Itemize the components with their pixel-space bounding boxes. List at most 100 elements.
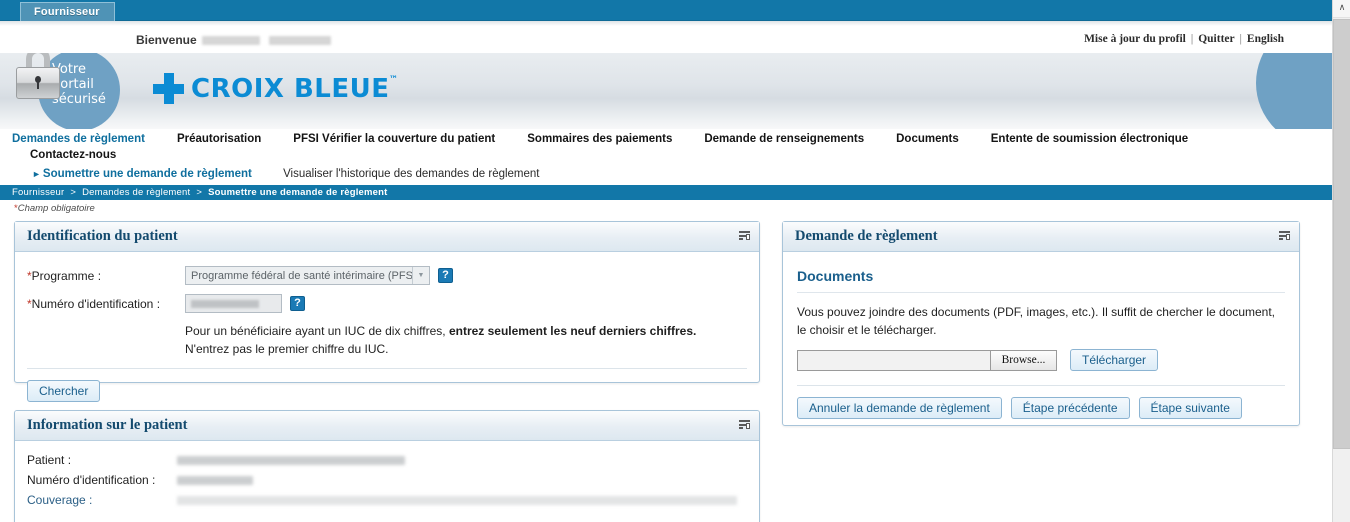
header-link-separator-2: | [1239, 33, 1242, 45]
numero-identification-label-text: Numéro d'identification : [31, 296, 161, 311]
file-input[interactable]: Browse... [797, 349, 1057, 371]
programme-help-icon[interactable]: ? [438, 268, 453, 283]
scrollbar-thumb[interactable] [1333, 19, 1350, 449]
annuler-demande-button[interactable]: Annuler la demande de règlement [797, 397, 1002, 419]
welcome-message: Bienvenue [136, 33, 331, 47]
nav-item-sommaires-des-paiements[interactable]: Sommaires des paiements [527, 133, 672, 145]
badge-line-3: sécurisé [52, 92, 106, 107]
panel-identification-patient-body: *Programme : Programme fédéral de santé … [15, 252, 759, 412]
panel-information-patient-title: Information sur le patient [27, 417, 188, 433]
programme-row: *Programme : Programme fédéral de santé … [27, 266, 747, 285]
info-label-numero: Numéro d'identification : [27, 473, 156, 487]
subnav-item-soumettre-demande[interactable]: ► Soumettre une demande de règlement [32, 168, 252, 180]
redacted-coverage-text [177, 496, 737, 505]
panel-information-patient-header: Information sur le patient [15, 411, 759, 441]
redacted-patient-id [177, 476, 253, 485]
breadcrumb-separator-1: > [70, 187, 77, 198]
documents-instructions: Vous pouvez joindre des documents (PDF, … [797, 305, 1276, 337]
badge-line-2: portail [52, 77, 94, 92]
tab-fournisseur-label: Fournisseur [34, 6, 100, 18]
panel-information-patient: Information sur le patient Patient : Num… [14, 410, 760, 522]
breadcrumb-item-current: Soumettre une demande de règlement [208, 187, 388, 198]
chevron-down-icon: ▼ [412, 267, 429, 284]
panel-collapse-icon[interactable] [739, 420, 750, 429]
info-value-patient [177, 453, 405, 467]
info-row-patient: Patient : [27, 453, 747, 467]
badge-line-1: Votre [52, 62, 86, 77]
croix-bleue-logo: CROIX BLEUE ™ [153, 73, 398, 104]
identification-button-row: Chercher [27, 369, 747, 402]
required-field-note: *Champ obligatoire [0, 200, 1332, 216]
redacted-user-last-name [268, 36, 331, 46]
breadcrumb: Fournisseur > Demandes de règlement > So… [0, 185, 1332, 200]
panel-collapse-icon[interactable] [739, 231, 750, 240]
panel-demande-de-reglement: Demande de règlement Documents Vous pouv… [782, 221, 1300, 426]
panel-identification-patient-title: Identification du patient [27, 228, 178, 244]
documents-section-title: Documents [797, 268, 874, 284]
secure-portal-badge: Votre portail sécurisé [10, 53, 130, 129]
panel-identification-patient-header: Identification du patient [15, 222, 759, 252]
redacted-patient-name [177, 456, 405, 465]
programme-select-value: Programme fédéral de santé intérimaire (… [191, 269, 420, 282]
trademark-icon: ™ [389, 74, 399, 85]
programme-label: *Programme : [27, 269, 185, 283]
etape-suivante-button[interactable]: Étape suivante [1138, 397, 1242, 419]
breadcrumb-item-fournisseur[interactable]: Fournisseur [12, 187, 64, 198]
file-upload-row: Browse... Télécharger [797, 349, 1285, 371]
sub-navigation: ► Soumettre une demande de règlement Visu… [0, 168, 1332, 180]
nav-item-demande-de-renseignements[interactable]: Demande de renseignements [704, 133, 864, 145]
iuc-hint-line-1-normal: Pour un bénéficiaire ayant un IUC de dix… [185, 324, 449, 338]
panel-demande-body: Documents Vous pouvez joindre des docume… [783, 252, 1299, 429]
link-update-profile[interactable]: Mise à jour du profil [1084, 33, 1186, 45]
required-field-note-text: Champ obligatoire [17, 203, 95, 214]
scroll-up-arrow-icon[interactable]: ∧ [1333, 0, 1350, 18]
numero-identification-help-icon[interactable]: ? [290, 296, 305, 311]
header-links: Mise à jour du profil | Quitter | English [1084, 33, 1284, 45]
welcome-row: Bienvenue Mise à jour du profil | Quitter |… [0, 26, 1332, 53]
breadcrumb-item-demandes[interactable]: Demandes de règlement [82, 187, 190, 198]
programme-label-text: Programme : [31, 268, 102, 283]
nav-item-demandes-de-reglement[interactable]: Demandes de règlement [12, 133, 145, 145]
info-label-patient: Patient : [27, 453, 72, 467]
info-row-couverage: Couverage : [27, 493, 747, 507]
telecharger-button[interactable]: Télécharger [1070, 349, 1159, 371]
iuc-hint: Pour un bénéficiaire ayant un IUC de dix… [27, 322, 747, 358]
link-english[interactable]: English [1247, 33, 1284, 45]
numero-identification-redacted-value [191, 300, 259, 308]
padlock-keyhole [35, 76, 41, 89]
chercher-button[interactable]: Chercher [27, 380, 101, 402]
info-value-couverage [177, 493, 737, 507]
nav-item-preautorisation[interactable]: Préautorisation [177, 133, 261, 145]
logo-wordmark-text: CROIX BLEUE [191, 73, 390, 104]
info-label-couverage: Couverage : [27, 493, 93, 507]
info-value-numero [177, 473, 253, 487]
nav-item-entente-soumission-electronique[interactable]: Entente de soumission électronique [991, 133, 1188, 145]
padlock-icon [16, 53, 60, 99]
panel-information-patient-body: Patient : Numéro d'identification : Couv… [15, 441, 759, 522]
brand-banner: Votre portail sécurisé CROIX BLEUE ™ [0, 53, 1332, 129]
iuc-hint-line-2: N'entrez pas le premier chiffre du IUC. [185, 342, 389, 356]
tab-fournisseur[interactable]: Fournisseur [20, 2, 115, 21]
subnav-item-visualiser-historique[interactable]: Visualiser l'historique des demandes de … [283, 168, 539, 180]
badge-text: Votre portail sécurisé [52, 62, 106, 107]
browse-button[interactable]: Browse... [990, 350, 1056, 370]
numero-identification-input[interactable] [185, 294, 282, 313]
logo-wordmark: CROIX BLEUE ™ [191, 73, 398, 104]
link-logout[interactable]: Quitter [1198, 33, 1234, 45]
redacted-user-first-name [201, 36, 260, 46]
documents-section-rule [797, 292, 1285, 293]
nav-item-documents[interactable]: Documents [896, 133, 959, 145]
iuc-hint-line-1-bold: entrez seulement les neuf derniers chiff… [448, 324, 697, 338]
file-input-path[interactable] [798, 350, 990, 370]
numero-identification-row: *Numéro d'identification : ? [27, 294, 747, 313]
iuc-hint-line-1: Pour un bénéficiaire ayant un IUC de dix… [185, 322, 747, 340]
programme-select[interactable]: Programme fédéral de santé intérimaire (… [185, 266, 430, 285]
numero-identification-label: *Numéro d'identification : [27, 297, 185, 311]
nav-item-contactez-nous[interactable]: Contactez-nous [0, 149, 1332, 161]
vertical-scrollbar[interactable]: ∧ [1332, 0, 1350, 522]
panel-collapse-icon[interactable] [1279, 231, 1290, 240]
nav-item-pfsi-verifier-couverture[interactable]: PFSI Vérifier la couverture du patient [293, 133, 495, 145]
header-link-separator-1: | [1190, 33, 1194, 45]
etape-precedente-button[interactable]: Étape précédente [1010, 397, 1130, 419]
breadcrumb-separator-2: > [196, 187, 203, 198]
